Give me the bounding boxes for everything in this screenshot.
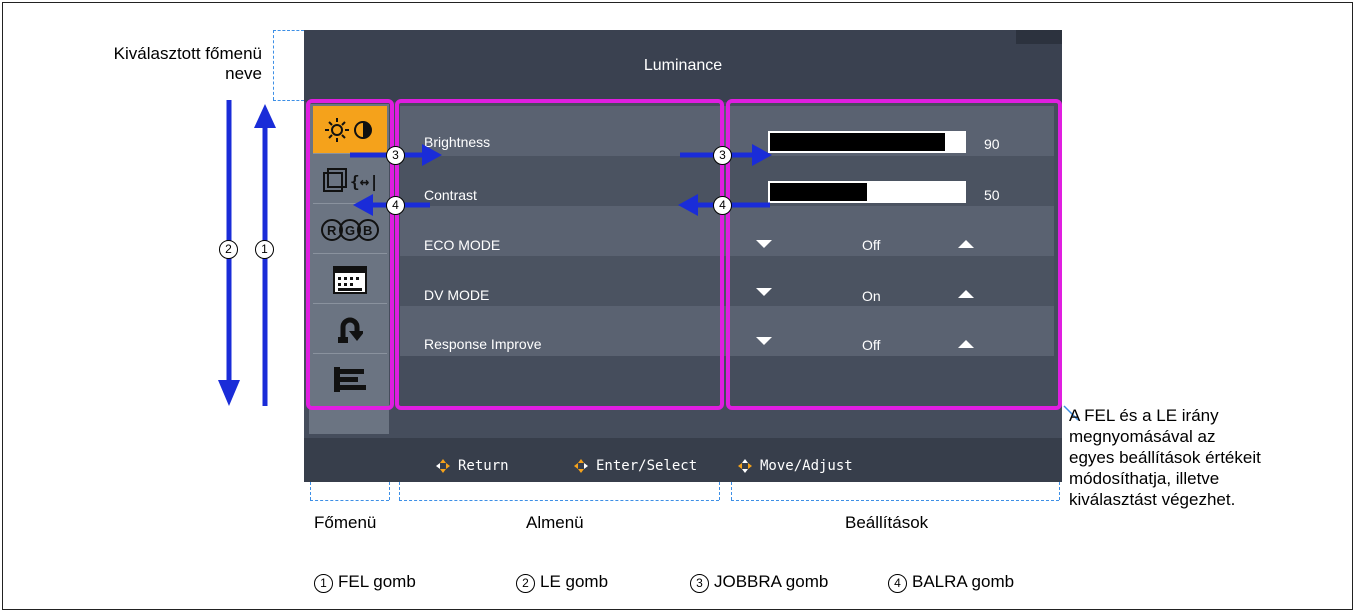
left-arrow-2-number: 4 bbox=[713, 196, 737, 215]
caption-line-2: neve bbox=[225, 64, 262, 83]
main-menu-caption: Főmenü bbox=[314, 513, 377, 532]
almenu-bracket-right bbox=[719, 482, 720, 500]
legend-up-label: FEL gomb bbox=[338, 572, 416, 591]
legend-up-number: 1 bbox=[314, 574, 333, 593]
beallitasok-bracket-right bbox=[1059, 482, 1060, 500]
legend-right-label: JOBBRA gomb bbox=[714, 572, 829, 591]
osd-title: Luminance bbox=[643, 57, 723, 74]
selected-menu-name-caption: Kiválasztott főmenü neve bbox=[80, 44, 262, 84]
title-bracket-top bbox=[273, 30, 304, 31]
footer-enter-select-label: Enter/Select bbox=[596, 458, 698, 474]
num-4b: 4 bbox=[713, 196, 732, 215]
note-line-4: módosíthatja, illetve bbox=[1069, 469, 1220, 488]
down-arrow-head bbox=[218, 380, 240, 406]
caption-line-1: Kiválasztott főmenü bbox=[113, 44, 262, 63]
footer-move-adjust: Move/Adjust bbox=[738, 458, 853, 474]
legend-right: 3 JOBBRA gomb bbox=[690, 572, 828, 593]
legend-down-label: LE gomb bbox=[540, 572, 609, 591]
almenu-bracket-left bbox=[399, 482, 400, 500]
footer-move-adjust-label: Move/Adjust bbox=[760, 458, 853, 474]
num-4a: 4 bbox=[386, 196, 405, 215]
fomenu-bracket-left bbox=[310, 482, 311, 500]
osd-title-corner bbox=[1016, 30, 1062, 44]
legend-left-label: BALRA gomb bbox=[912, 572, 1015, 591]
legend-up: 1 FEL gomb bbox=[314, 572, 416, 593]
almenu-bracket-bottom bbox=[399, 500, 719, 501]
label-up-number: 1 bbox=[255, 240, 279, 259]
right-arrow-1-number: 3 bbox=[386, 146, 410, 165]
note-line-3: egyes beállítások értékeit bbox=[1069, 448, 1261, 467]
osd-footer: Return Enter/Select Move/Adjust bbox=[304, 438, 1062, 482]
submenu-caption: Almenü bbox=[526, 513, 584, 532]
legend-left-number: 4 bbox=[888, 574, 907, 593]
right-arrow-2-number: 3 bbox=[713, 146, 737, 165]
note-line-1: A FEL és a LE irány bbox=[1069, 406, 1219, 425]
num-2: 2 bbox=[219, 240, 238, 259]
osd-title-bar: Luminance bbox=[304, 30, 1062, 102]
note-line-5: kiválasztást végezhet. bbox=[1069, 490, 1236, 509]
settings-caption: Beállítások bbox=[845, 513, 929, 532]
dpad-move-icon bbox=[738, 459, 752, 473]
settings-note: A FEL és a LE irány megnyomásával az egy… bbox=[1069, 405, 1261, 510]
fomenu-bracket-bottom bbox=[310, 500, 389, 501]
fomenu-bracket-right bbox=[389, 482, 390, 500]
num-1: 1 bbox=[255, 240, 274, 259]
beallitasok-bracket-bottom bbox=[731, 500, 1059, 501]
legend-right-number: 3 bbox=[690, 574, 709, 593]
beallitasok-bracket-left bbox=[731, 482, 732, 500]
label-down-number: 2 bbox=[219, 240, 243, 259]
note-line-2: megnyomásával az bbox=[1069, 427, 1216, 446]
title-bracket-left bbox=[273, 30, 274, 100]
num-3b: 3 bbox=[713, 146, 732, 165]
footer-return: Return bbox=[436, 458, 509, 474]
footer-enter-select: Enter/Select bbox=[574, 458, 697, 474]
up-arrow-head bbox=[254, 104, 276, 128]
left-arrow-1-number: 4 bbox=[386, 196, 410, 215]
legend-down: 2 LE gomb bbox=[516, 572, 608, 593]
dpad-enter-icon bbox=[574, 459, 588, 473]
num-3a: 3 bbox=[386, 146, 405, 165]
legend-left: 4 BALRA gomb bbox=[888, 572, 1014, 593]
dpad-return-icon bbox=[436, 459, 450, 473]
footer-return-label: Return bbox=[458, 458, 509, 474]
legend-down-number: 2 bbox=[516, 574, 535, 593]
